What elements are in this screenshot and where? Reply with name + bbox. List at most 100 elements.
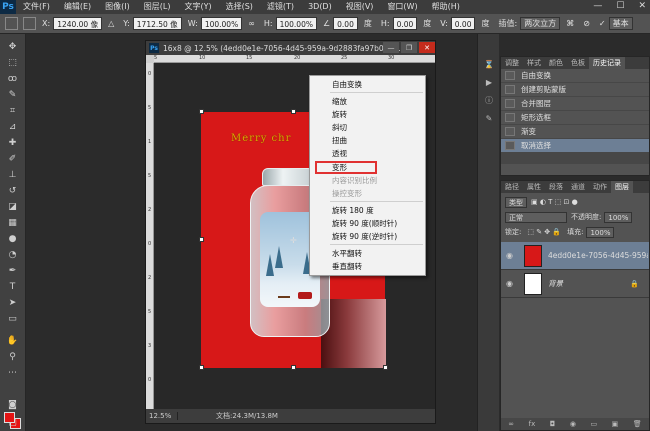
blend-mode-select[interactable]: 正常: [505, 211, 567, 223]
layer-row-active[interactable]: ◉ 4edd0e1e-7056-4d45-959a-...: [501, 242, 649, 270]
link-icon[interactable]: ∞: [248, 19, 255, 28]
eraser-tool-icon[interactable]: ◪: [6, 202, 19, 213]
link-layers-icon[interactable]: ∞: [508, 418, 514, 430]
type-tool-icon[interactable]: T: [6, 282, 19, 293]
menu-image[interactable]: 图像(I): [98, 0, 137, 14]
menu-view[interactable]: 视图(V): [339, 0, 381, 14]
menu-item-scale[interactable]: 缩放: [310, 96, 425, 107]
pen-tool-icon[interactable]: ✒: [6, 266, 19, 277]
filter-icons[interactable]: ▣ ◐ T ⬚ ⊡ ●: [531, 198, 578, 206]
history-item[interactable]: 渐变: [501, 125, 649, 139]
width-input[interactable]: 100.00%: [200, 17, 243, 30]
tab-color[interactable]: 颜色: [545, 57, 567, 69]
doc-minimize-button[interactable]: —: [383, 42, 399, 53]
transform-handle[interactable]: [199, 237, 204, 242]
menu-item-rotate[interactable]: 旋转: [310, 109, 425, 120]
tab-paragraph[interactable]: 段落: [545, 181, 567, 193]
menu-layer[interactable]: 图层(L): [137, 0, 178, 14]
menu-item-rotate-90-ccw[interactable]: 旋转 90 度(逆时针): [310, 231, 425, 242]
tab-layers[interactable]: 图层: [611, 181, 633, 193]
tab-adjustments[interactable]: 调整: [501, 57, 523, 69]
document-tab[interactable]: Ps 16x8 @ 12.5% (4edd0e1e-7056-4d45-959a…: [146, 41, 435, 55]
info-panel-icon[interactable]: ⓘ: [483, 96, 495, 106]
brush-tool-icon[interactable]: ✐: [6, 154, 19, 165]
reference-point-icon[interactable]: [23, 17, 36, 30]
zoom-level[interactable]: 12.5%: [146, 412, 178, 420]
menu-item-rotate-90-cw[interactable]: 旋转 90 度(顺时针): [310, 218, 425, 229]
blur-tool-icon[interactable]: ●: [6, 234, 19, 245]
menu-edit[interactable]: 编辑(E): [57, 0, 98, 14]
menu-select[interactable]: 选择(S): [219, 0, 260, 14]
hskew-input[interactable]: 0.00: [392, 17, 418, 30]
cancel-transform-icon[interactable]: ⊘: [583, 19, 590, 28]
workspace-select[interactable]: 基本: [608, 17, 633, 30]
menu-item-perspective[interactable]: 透视: [310, 148, 425, 159]
adjustment-layer-icon[interactable]: ◉: [570, 418, 576, 430]
marquee-tool-icon[interactable]: ⬚: [6, 58, 19, 69]
menu-type[interactable]: 文字(Y): [177, 0, 218, 14]
new-layer-icon[interactable]: ▣: [612, 418, 619, 430]
menu-item-flip-horizontal[interactable]: 水平翻转: [310, 248, 425, 259]
transform-handle[interactable]: [199, 109, 204, 114]
history-item[interactable]: 创建剪贴蒙版: [501, 83, 649, 97]
actions-panel-icon[interactable]: ▶: [483, 78, 495, 88]
menu-item-distort[interactable]: 扭曲: [310, 135, 425, 146]
doc-restore-button[interactable]: ❐: [401, 42, 417, 53]
history-item[interactable]: 矩形选框: [501, 111, 649, 125]
menu-item-rotate-180[interactable]: 旋转 180 度: [310, 205, 425, 216]
tab-properties[interactable]: 属性: [523, 181, 545, 193]
zoom-tool-icon[interactable]: ⚲: [6, 352, 19, 363]
transform-center-icon[interactable]: ✛: [290, 236, 297, 245]
clone-stamp-tool-icon[interactable]: ⊥: [6, 170, 19, 181]
y-input[interactable]: 1712.50 像: [132, 17, 182, 30]
maximize-button[interactable]: ☐: [616, 1, 624, 11]
menu-file[interactable]: 文件(F): [16, 0, 57, 14]
move-tool-icon[interactable]: ✥: [6, 42, 19, 53]
dodge-tool-icon[interactable]: ◔: [6, 250, 19, 261]
vertical-ruler[interactable]: 0 5 1 5 2 0 2 5 3 0: [146, 63, 154, 410]
layer-style-icon[interactable]: fx: [529, 418, 536, 430]
tab-paths[interactable]: 路径: [501, 181, 523, 193]
path-select-tool-icon[interactable]: ➤: [6, 298, 19, 309]
layer-row-background[interactable]: ◉ 背景 🔒: [501, 270, 649, 298]
menu-3d[interactable]: 3D(D): [301, 0, 339, 14]
interpolation-select[interactable]: 两次立方: [520, 17, 561, 30]
commit-transform-icon[interactable]: ✓: [599, 19, 606, 28]
menu-item-free-transform[interactable]: 自由变换: [310, 79, 425, 90]
menu-window[interactable]: 窗口(W): [380, 0, 424, 14]
healing-brush-tool-icon[interactable]: ✚: [6, 138, 19, 149]
gradient-tool-icon[interactable]: ▦: [6, 218, 19, 229]
transform-tool-icon[interactable]: [5, 17, 18, 30]
visibility-eye-icon[interactable]: ◉: [506, 279, 518, 288]
brush-panel-icon[interactable]: ✎: [483, 114, 495, 124]
foreground-color-swatch[interactable]: [4, 412, 15, 423]
transform-handle[interactable]: [291, 109, 296, 114]
document-info[interactable]: 文档:24.3M/13.8M: [178, 411, 278, 421]
tab-actions[interactable]: 动作: [589, 181, 611, 193]
new-group-icon[interactable]: ▭: [591, 418, 598, 430]
menu-item-flip-vertical[interactable]: 垂直翻转: [310, 261, 425, 272]
minimize-button[interactable]: —: [593, 1, 602, 11]
layer-mask-icon[interactable]: ◘: [550, 418, 556, 430]
history-brush-tool-icon[interactable]: ↺: [6, 186, 19, 197]
crop-tool-icon[interactable]: ⌗: [6, 106, 19, 117]
tab-styles[interactable]: 样式: [523, 57, 545, 69]
angle-input[interactable]: 0.00: [333, 17, 358, 30]
x-input[interactable]: 1240.00 像: [53, 17, 103, 30]
transform-handle[interactable]: [291, 365, 296, 370]
menu-filter[interactable]: 滤镜(T): [260, 0, 301, 14]
history-item[interactable]: 合并图层: [501, 97, 649, 111]
layer-filter-select[interactable]: 类型: [505, 196, 527, 208]
tab-channels[interactable]: 通道: [567, 181, 589, 193]
transform-handle[interactable]: [199, 365, 204, 370]
delete-layer-icon[interactable]: 🗑: [633, 418, 642, 430]
history-panel-icon[interactable]: ⌛: [483, 60, 495, 70]
quick-mask-icon[interactable]: ◙: [6, 400, 19, 411]
close-button[interactable]: ✕: [638, 1, 646, 11]
history-item[interactable]: 自由变换: [501, 69, 649, 83]
shape-tool-icon[interactable]: ▭: [6, 314, 19, 325]
hand-tool-icon[interactable]: ✋: [6, 336, 19, 347]
lock-icons[interactable]: ⬚ ✎ ✥ 🔒: [527, 228, 561, 236]
quick-select-tool-icon[interactable]: ✎: [6, 90, 19, 101]
vskew-input[interactable]: 0.00: [450, 17, 476, 30]
